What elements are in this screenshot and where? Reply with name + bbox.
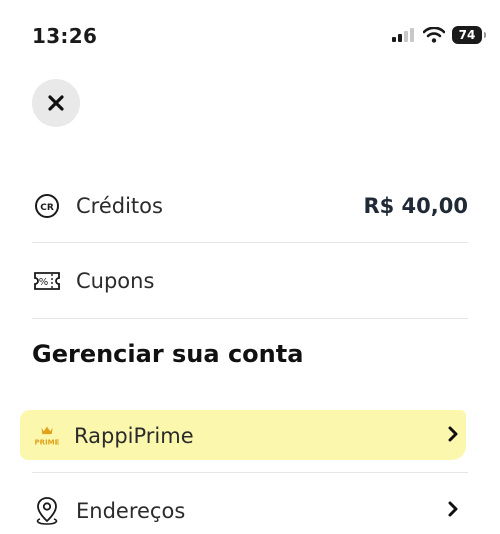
- rappiprime-label: RappiPrime: [74, 424, 194, 448]
- prime-icon: PRIME: [32, 424, 62, 448]
- status-time: 13:26: [32, 24, 98, 48]
- coupons-label: Cupons: [76, 269, 155, 293]
- credits-value: R$ 40,00: [363, 194, 468, 218]
- battery-level: 74: [458, 28, 476, 42]
- signal-icon: [392, 28, 414, 42]
- divider: [32, 242, 468, 243]
- coupon-icon: %: [32, 270, 62, 292]
- divider: [32, 318, 468, 319]
- coupon-icon-text: %: [39, 277, 49, 288]
- status-bar: 13:26 74: [0, 0, 500, 70]
- divider: [32, 472, 468, 473]
- credits-row[interactable]: CR Créditos R$ 40,00: [32, 188, 468, 224]
- status-icons: 74: [392, 26, 486, 44]
- cr-icon-text: CR: [40, 203, 54, 213]
- close-button[interactable]: [32, 79, 80, 127]
- sidebar-item-enderecos[interactable]: Endereços: [32, 493, 468, 529]
- close-icon: [48, 95, 64, 111]
- enderecos-label: Endereços: [76, 499, 186, 523]
- section-title: Gerenciar sua conta: [32, 340, 304, 368]
- chevron-right-icon: [448, 501, 458, 521]
- coupons-row[interactable]: % Cupons: [32, 263, 468, 299]
- credits-label: Créditos: [76, 194, 163, 218]
- chevron-right-icon: [448, 426, 458, 446]
- battery-indicator: 74: [452, 26, 486, 44]
- sidebar-item-rappiprime[interactable]: PRIME RappiPrime: [32, 418, 468, 454]
- cr-icon: CR: [32, 193, 62, 219]
- wifi-icon: [423, 27, 445, 43]
- location-pin-icon: [32, 496, 62, 526]
- prime-icon-text: PRIME: [35, 437, 60, 446]
